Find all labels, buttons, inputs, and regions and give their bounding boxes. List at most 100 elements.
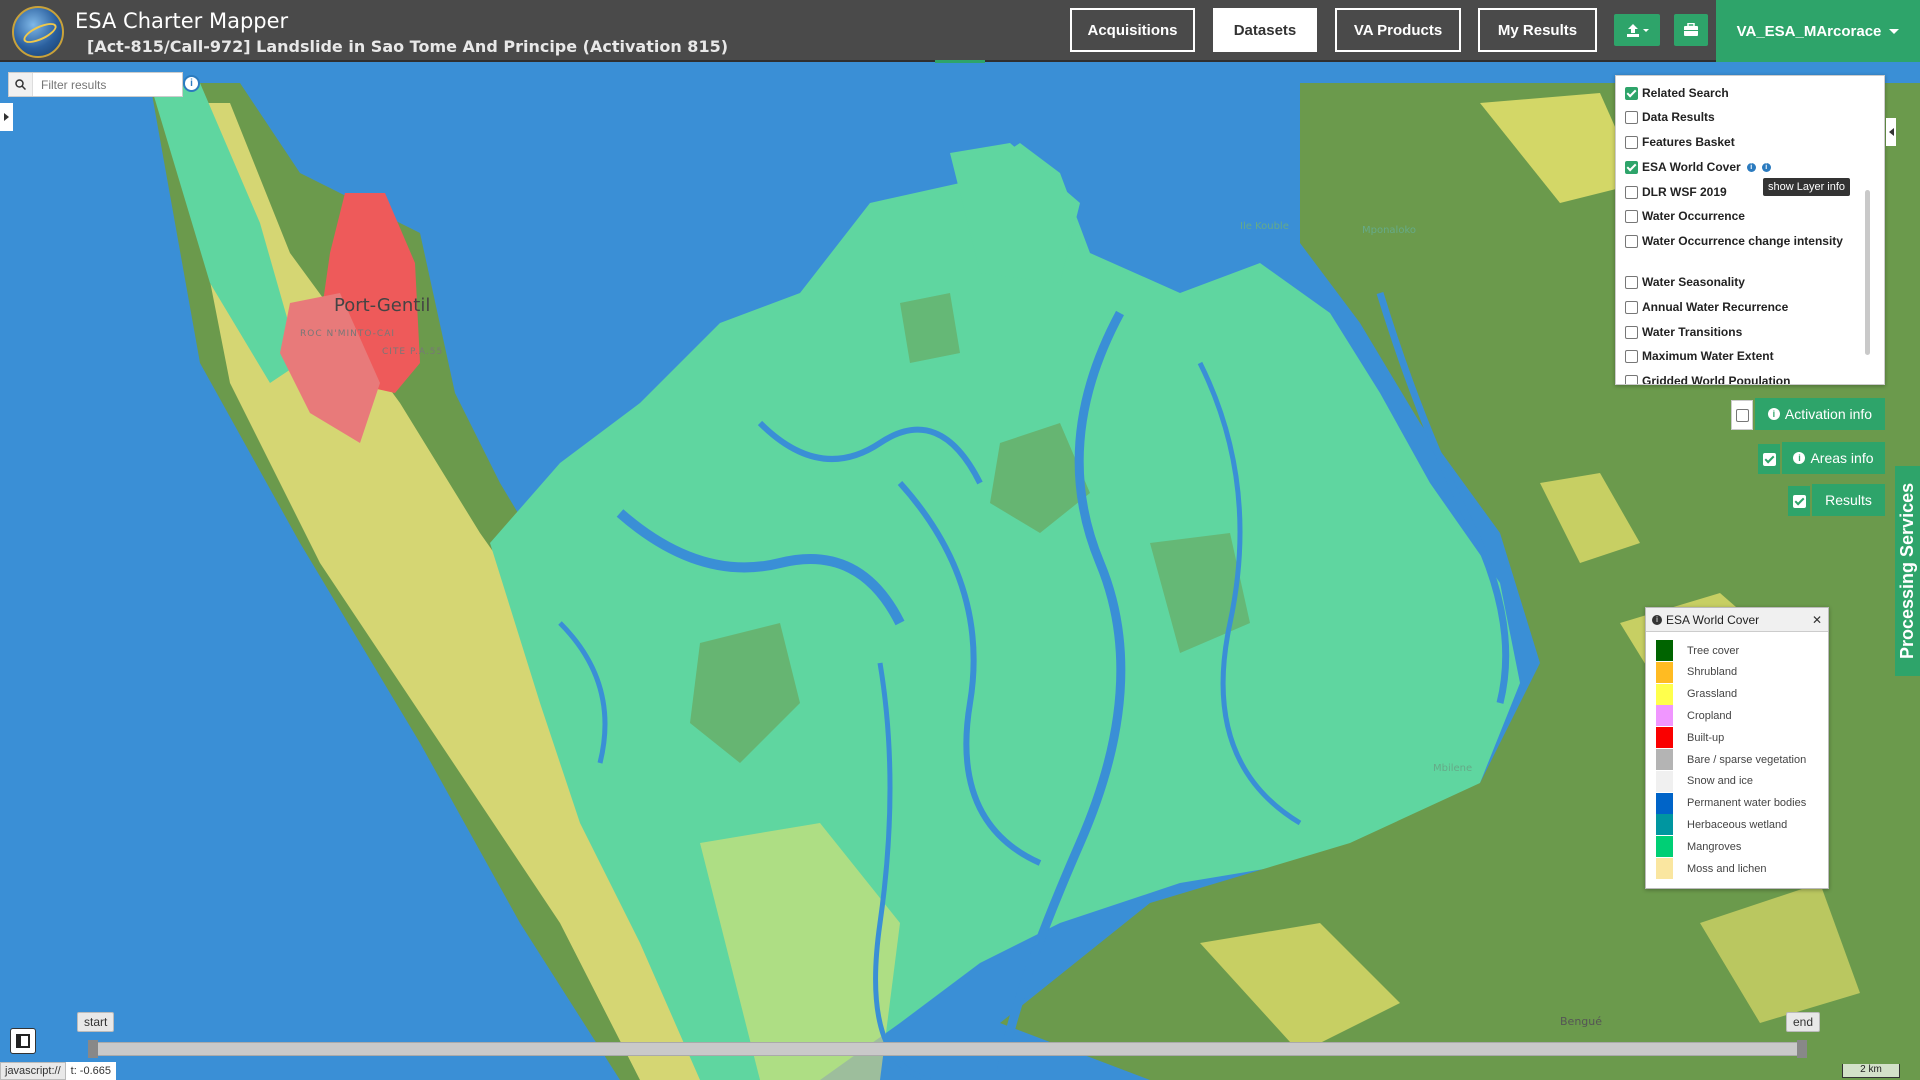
layer-row[interactable]: Annual Water Recurrence — [1625, 298, 1788, 316]
legend-label: Herbaceous wetland — [1687, 818, 1788, 831]
filter-info-icon[interactable]: i — [183, 75, 200, 92]
results-button[interactable]: Results — [1812, 484, 1885, 516]
legend-swatch — [1656, 858, 1673, 879]
nav-datasets-button[interactable]: Datasets — [1213, 8, 1317, 52]
timeline-start-label[interactable]: start — [77, 1012, 115, 1032]
panel-icon — [16, 1034, 30, 1048]
timeline-slider[interactable] — [95, 1042, 1800, 1056]
status-bar: javascript:// t: -0.665 — [0, 1062, 116, 1080]
layer-row[interactable]: Water Occurrence change intensity — [1625, 232, 1843, 250]
legend-label: Mangroves — [1687, 840, 1742, 853]
layer-checkbox[interactable] — [1625, 275, 1638, 289]
map-label-place-3: Mbilene — [1433, 763, 1473, 774]
legend-swatch — [1656, 749, 1673, 770]
layer-info-icon[interactable]: i — [1761, 162, 1771, 172]
layer-row[interactable]: Maximum Water Extent — [1625, 347, 1774, 365]
legend-swatch — [1656, 661, 1673, 683]
layer-label: Water Occurrence change intensity — [1642, 234, 1843, 248]
activation-info-checkbox[interactable] — [1731, 400, 1753, 430]
nav-acquisitions-button[interactable]: Acquisitions — [1070, 8, 1195, 52]
legend-panel: i ESA World Cover ✕ Tree cover Shrubland G… — [1645, 607, 1829, 889]
layer-info-icon[interactable]: i — [1746, 162, 1756, 172]
layer-checkbox[interactable] — [1625, 234, 1638, 248]
close-icon[interactable]: ✕ — [1812, 613, 1822, 627]
status-url: javascript:// — [0, 1062, 66, 1080]
info-icon: i — [1793, 452, 1806, 464]
layer-checkbox[interactable] — [1625, 110, 1638, 124]
layer-checkbox[interactable] — [1625, 135, 1638, 149]
layer-info-tooltip: show Layer info — [1763, 178, 1851, 196]
legend-item: Tree cover — [1656, 640, 1739, 661]
legend-item: Herbaceous wetland — [1656, 814, 1788, 836]
filter-box — [8, 72, 183, 97]
areas-info-button[interactable]: i Areas info — [1782, 442, 1885, 474]
legend-swatch — [1656, 683, 1673, 705]
timeline-end-label[interactable]: end — [1786, 1012, 1821, 1032]
map-label-quarter-2: CITE P.A.55 — [382, 347, 444, 357]
layer-label: Annual Water Recurrence — [1642, 300, 1789, 314]
results-checkbox[interactable] — [1788, 486, 1810, 516]
upload-dropdown-button[interactable] — [1614, 14, 1660, 46]
legend-item: Shrubland — [1656, 661, 1738, 683]
layer-label: Data Results — [1642, 110, 1715, 124]
legend-swatch — [1656, 705, 1673, 727]
layer-row[interactable]: DLR WSF 2019 — [1625, 183, 1727, 201]
filter-results-input[interactable] — [33, 77, 173, 92]
layer-row[interactable]: Features Basket — [1625, 133, 1735, 151]
legend-label: Shrubland — [1687, 666, 1738, 679]
timeline-end-handle[interactable] — [1797, 1040, 1807, 1058]
briefcase-button[interactable] — [1674, 14, 1708, 46]
legend-label: Moss and lichen — [1687, 862, 1767, 875]
layer-checkbox[interactable] — [1625, 374, 1638, 384]
layer-checkbox[interactable] — [1625, 349, 1638, 363]
layer-checkbox[interactable] — [1625, 185, 1638, 199]
layer-row[interactable]: Related Search — [1625, 84, 1729, 102]
status-coordinate: t: -0.665 — [70, 1065, 111, 1077]
legend-label: Built-up — [1687, 731, 1725, 744]
layer-checkbox[interactable] — [1625, 325, 1638, 339]
areas-info-label: Areas info — [1810, 450, 1874, 466]
layer-row[interactable]: Data Results — [1625, 108, 1715, 126]
layer-label: Related Search — [1642, 86, 1729, 100]
info-icon: i — [1652, 614, 1662, 625]
legend-swatch — [1656, 836, 1673, 858]
activation-info-button[interactable]: i Activation info — [1755, 398, 1885, 430]
layer-checkbox[interactable] — [1625, 300, 1638, 314]
layer-checkbox[interactable] — [1625, 209, 1638, 223]
legend-item: Cropland — [1656, 705, 1732, 727]
legend-item: Snow and ice — [1656, 770, 1753, 792]
map-label-place-1: Ile Kouble — [1240, 221, 1289, 232]
layer-checkbox[interactable] — [1625, 86, 1638, 100]
nav-va-products-button[interactable]: VA Products — [1335, 8, 1461, 52]
right-panel-toggle[interactable] — [1886, 118, 1896, 146]
activation-title: [Act-815/Call-972] Landslide in Sao Tome… — [87, 37, 729, 56]
panel-toggle-button[interactable] — [10, 1028, 36, 1054]
user-menu[interactable]: VA_ESA_MArcorace — [1716, 0, 1920, 62]
top-bar: ESA Charter Mapper [Act-815/Call-972] La… — [0, 0, 1920, 62]
layer-row[interactable]: Water Seasonality — [1625, 273, 1745, 291]
caret-down-icon — [1889, 28, 1900, 34]
layer-checkbox[interactable] — [1625, 160, 1638, 174]
legend-label: Tree cover — [1687, 644, 1740, 657]
legend-header: i ESA World Cover ✕ — [1646, 608, 1828, 632]
map-label-place-2: Mponaloko — [1362, 225, 1417, 236]
legend-swatch — [1656, 727, 1673, 749]
layer-row[interactable]: Water Occurrence — [1625, 207, 1745, 225]
upload-icon — [1627, 24, 1649, 37]
processing-services-tab[interactable]: Processing Services — [1895, 466, 1920, 676]
search-icon[interactable] — [9, 73, 33, 96]
layer-row[interactable]: Gridded World Population — [1625, 372, 1790, 384]
timeline-start-handle[interactable] — [88, 1040, 98, 1058]
layer-label: Water Seasonality — [1642, 275, 1745, 289]
layers-scrollbar[interactable] — [1865, 190, 1870, 355]
legend-swatch — [1656, 640, 1673, 661]
activation-info-label: Activation info — [1784, 406, 1873, 422]
layer-row[interactable]: ESA World Cover i i — [1625, 158, 1771, 176]
areas-info-checkbox[interactable] — [1758, 444, 1780, 474]
legend-item: Grassland — [1656, 683, 1737, 705]
esa-logo-icon[interactable] — [12, 6, 64, 58]
nav-my-results-button[interactable]: My Results — [1478, 8, 1597, 52]
info-icon: i — [1767, 408, 1780, 420]
layer-row[interactable]: Water Transitions — [1625, 323, 1742, 341]
left-panel-toggle[interactable] — [0, 103, 13, 131]
